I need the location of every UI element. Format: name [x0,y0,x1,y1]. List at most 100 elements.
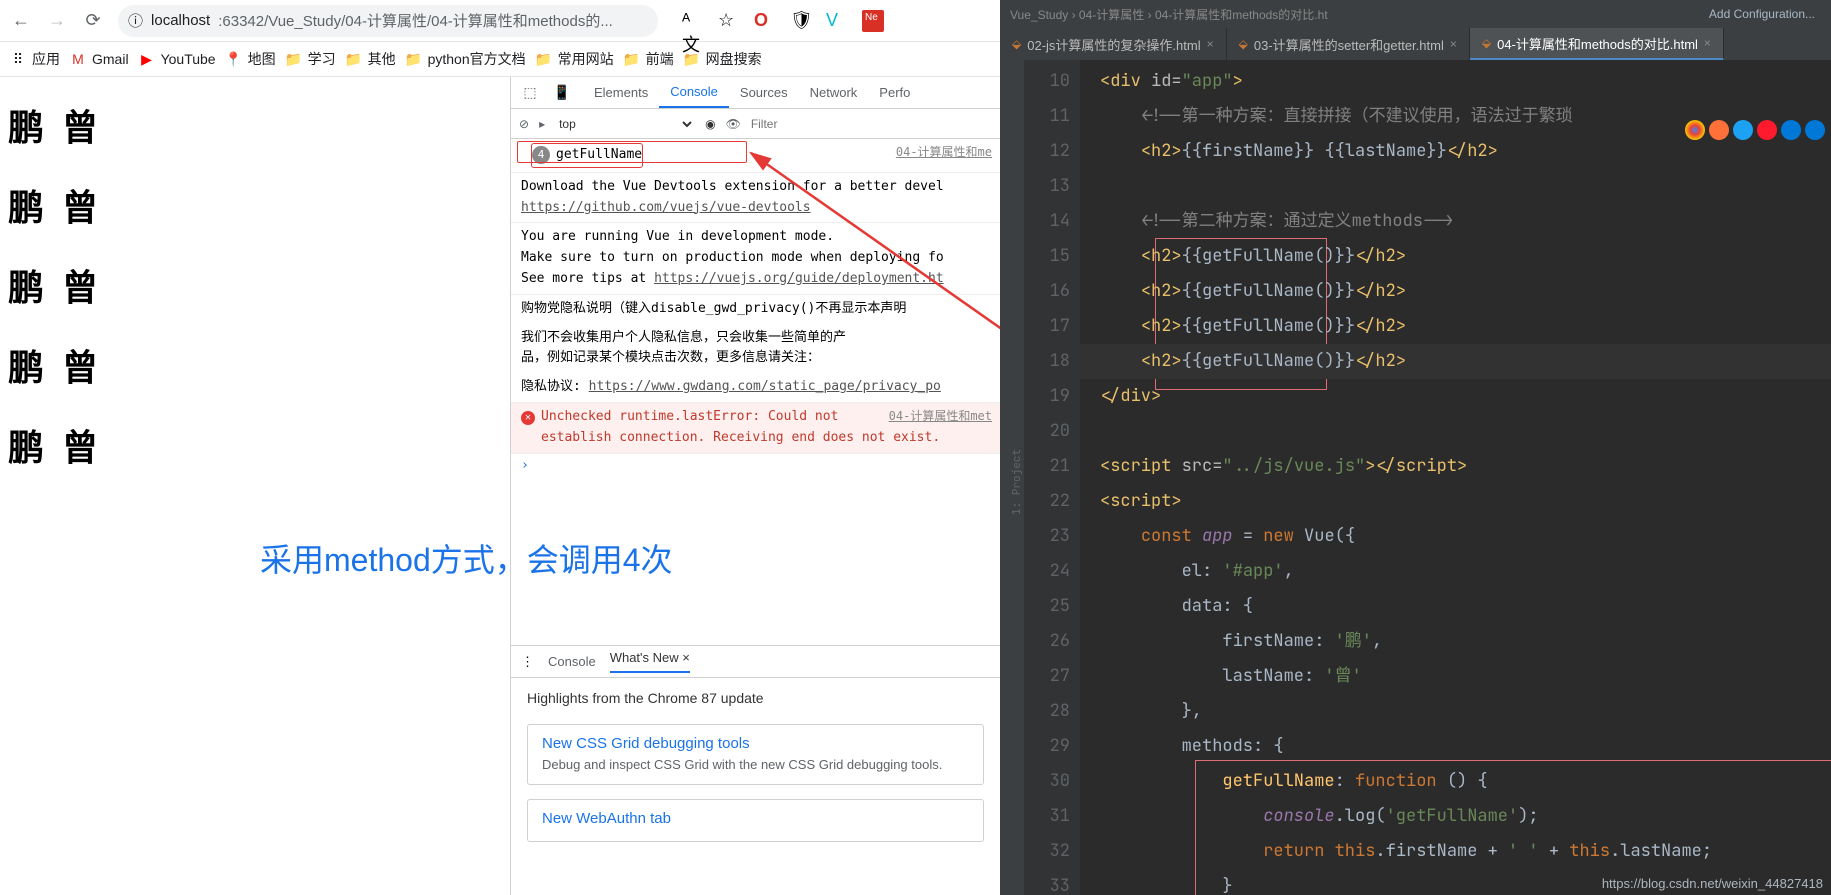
log-source-link[interactable]: 04-计算属性和me [896,143,992,162]
console-message: 我们不会收集用户个人隐私信息，只会收集一些简单的产品，例如记录某个模块点击次数，… [511,324,1000,374]
context-selector[interactable]: top [555,116,695,132]
breadcrumb[interactable]: Vue_Study › 04-计算属性 › 04-计算属性和methods的对比… [1010,6,1328,23]
bookmark-item[interactable]: 📁学习 [286,49,336,69]
bookmark-star-icon[interactable]: ☆ [718,10,740,32]
tab-label: 02-js计算属性的复杂操作.html [1027,35,1200,54]
forward-button[interactable]: → [46,10,68,32]
code-editor: 1: Project 2: Structure 2: Favorites 101… [1000,60,1831,895]
code-line[interactable]: }, [1080,694,1831,729]
code-line[interactable]: <script> [1080,484,1831,519]
site-info-icon[interactable]: ⓘ [128,10,143,31]
bookmark-item[interactable]: 📁 网盘搜索 [684,49,762,69]
editor-tabs: ⬙02-js计算属性的复杂操作.html×⬙03-计算属性的setter和get… [1000,28,1831,60]
translate-icon[interactable]: ᴬ文 [682,10,704,32]
drawer-heading: Highlights from the Chrome 87 update [527,690,984,706]
code-line[interactable]: <h2>{{firstName}} {{lastName}}</h2> [1080,134,1831,169]
app-output: 鹏 曾鹏 曾鹏 曾鹏 曾鹏 曾 [0,77,510,895]
bookmark-item[interactable]: MGmail [70,51,129,67]
deployment-link[interactable]: https://vuejs.org/guide/deployment.ht [654,271,944,286]
inspect-element-icon[interactable]: ⬚ [519,82,541,104]
tab-label: 03-计算属性的setter和getter.html [1254,35,1444,54]
privacy-link[interactable]: https://www.gwdang.com/static_page/priva… [589,379,941,394]
code-line[interactable]: <h2>{{getFullName()}}</h2> [1080,344,1831,379]
editor-tab[interactable]: ⬙02-js计算属性的复杂操作.html× [1000,28,1227,60]
line-number: 12 [1030,134,1070,169]
error-source-link[interactable]: 04-计算属性和met [889,407,992,426]
bookmark-item[interactable]: 📍地图 [226,49,276,69]
reload-button[interactable]: ⟳ [82,10,104,32]
card-desc: Debug and inspect CSS Grid with the new … [542,756,969,774]
whatsnew-card[interactable]: New CSS Grid debugging tools Debug and in… [527,724,984,785]
folder-icon: 📁 [684,51,700,67]
code-line[interactable]: getFullName: function () { [1080,764,1831,799]
bookmark-item[interactable]: 📁前端 [624,49,674,69]
card-title: New CSS Grid debugging tools [542,735,969,752]
ext-ne-icon[interactable]: Ne [862,10,884,32]
output-heading: 鹏 曾 [8,99,502,151]
bookmark-item[interactable]: ▶YouTube [139,51,216,67]
drawer-tab-whatsnew[interactable]: What's New × [610,650,690,673]
close-icon[interactable]: × [682,650,690,665]
code-area[interactable]: <div id="app"> <!--第一种方案：直接拼接（不建议使用，语法过于… [1080,60,1831,895]
code-line[interactable]: <script src="../js/vue.js"></script> [1080,449,1831,484]
devtools-tab-sources[interactable]: Sources [729,77,799,108]
folder-icon: 📁 [406,51,422,67]
output-heading: 鹏 曾 [8,339,502,391]
devtools-tab-network[interactable]: Network [799,77,869,108]
clear-console-icon[interactable]: ⊘ [519,117,529,131]
ext-v-icon[interactable]: V [826,10,848,32]
code-line[interactable]: return this.firstName + ' ' + this.lastN… [1080,834,1831,869]
address-bar[interactable]: ⓘ localhost:63342/Vue_Study/04-计算属性/04-计… [118,5,658,37]
code-line[interactable] [1080,414,1831,449]
run-config-selector[interactable]: Add Configuration... [1703,7,1821,21]
tool-tab-project[interactable]: 1: Project [1010,70,1024,895]
drawer-menu-icon[interactable]: ⋮ [521,654,534,670]
close-icon[interactable]: × [1207,37,1214,51]
close-icon[interactable]: × [1450,37,1457,51]
code-line[interactable]: <h2>{{getFullName()}}</h2> [1080,239,1831,274]
output-heading: 鹏 曾 [8,259,502,311]
line-number: 11 [1030,99,1070,134]
filter-input[interactable] [751,117,992,131]
code-line[interactable]: firstName: '鹏', [1080,624,1831,659]
whatsnew-card[interactable]: New WebAuthn tab [527,799,984,842]
editor-tab[interactable]: ⬙03-计算属性的setter和getter.html× [1227,28,1470,60]
url-path: :63342/Vue_Study/04-计算属性/04-计算属性和methods… [218,10,613,31]
devtools-link[interactable]: https://github.com/vuejs/vue-devtools [521,200,811,215]
code-line[interactable]: <!--第一种方案：直接拼接（不建议使用，语法过于繁琐 [1080,99,1831,134]
code-line[interactable]: <h2>{{getFullName()}}</h2> [1080,274,1831,309]
code-line[interactable] [1080,169,1831,204]
eye-icon[interactable]: 👁 [726,117,741,131]
editor-tab[interactable]: ⬙04-计算属性和methods的对比.html× [1470,28,1724,60]
code-line[interactable]: methods: { [1080,729,1831,764]
bookmark-label: 前端 [646,49,674,69]
code-line[interactable]: const app = new Vue({ [1080,519,1831,554]
devtools-tab-perfo[interactable]: Perfo [868,77,921,108]
back-button[interactable]: ← [10,10,32,32]
code-line[interactable]: el: '#app', [1080,554,1831,589]
code-line[interactable]: lastName: '曾' [1080,659,1831,694]
code-line[interactable]: <div id="app"> [1080,64,1831,99]
code-line[interactable]: <!--第二种方案：通过定义methods--> [1080,204,1831,239]
bookmark-item[interactable]: ⠿应用 [10,49,60,69]
bookmark-label: 网盘搜索 [706,49,762,69]
bookmark-item[interactable]: 📁常用网站 [536,49,614,69]
console-sidebar-icon[interactable]: ▸ [539,117,545,131]
drawer-tab-console[interactable]: Console [548,654,596,669]
code-line[interactable]: data: { [1080,589,1831,624]
ext-shield-icon[interactable]: 🛡 [790,10,812,32]
devtools-tab-console[interactable]: Console [659,77,729,108]
close-icon[interactable]: × [1704,36,1711,50]
code-line[interactable]: console.log('getFullName'); [1080,799,1831,834]
toggle-device-icon[interactable]: 📱 [551,82,573,104]
folder-icon: 📁 [536,51,552,67]
ext-opera-icon[interactable]: O [754,10,776,32]
code-line[interactable]: <h2>{{getFullName()}}</h2> [1080,309,1831,344]
code-line[interactable]: </div> [1080,379,1831,414]
bookmark-item[interactable]: 📁python官方文档 [406,49,526,69]
devtools-tab-elements[interactable]: Elements [583,77,659,108]
console-message: 隐私协议: https://www.gwdang.com/static_page… [511,373,1000,403]
console-filter-bar: ⊘ ▸ top ◉ 👁 [511,109,1000,139]
console-prompt[interactable]: › [511,454,1000,477]
bookmark-item[interactable]: 📁其他 [346,49,396,69]
